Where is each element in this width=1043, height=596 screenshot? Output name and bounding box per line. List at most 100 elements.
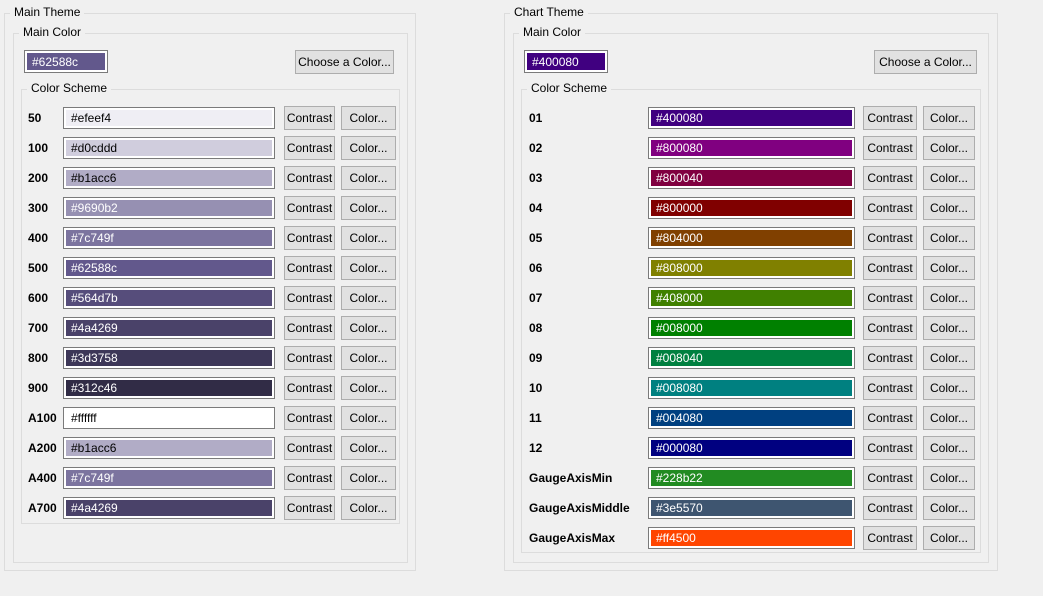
color-swatch-field[interactable]: #000080 xyxy=(648,437,855,459)
contrast-button[interactable]: Contrast xyxy=(863,526,917,550)
color-hex-value: #b1acc6 xyxy=(66,170,272,186)
contrast-button[interactable]: Contrast xyxy=(863,106,917,130)
contrast-button[interactable]: Contrast xyxy=(863,466,917,490)
contrast-button[interactable]: Contrast xyxy=(284,196,335,220)
color-button[interactable]: Color... xyxy=(923,106,975,130)
color-swatch-field[interactable]: #62588c xyxy=(63,257,275,279)
color-scheme-row-label: 800 xyxy=(28,346,48,370)
color-swatch-field[interactable]: #008000 xyxy=(648,317,855,339)
choose-color-button[interactable]: Choose a Color... xyxy=(874,50,977,74)
color-button[interactable]: Color... xyxy=(341,436,396,460)
main-color-hex-value: #62588c xyxy=(27,53,105,70)
color-button[interactable]: Color... xyxy=(341,106,396,130)
color-scheme-row-label: GaugeAxisMiddle xyxy=(529,496,630,520)
contrast-button[interactable]: Contrast xyxy=(284,436,335,460)
contrast-button[interactable]: Contrast xyxy=(863,196,917,220)
color-swatch-field[interactable]: #ffffff xyxy=(63,407,275,429)
color-scheme-row: A200#b1acc6ContrastColor... xyxy=(22,436,399,466)
contrast-button[interactable]: Contrast xyxy=(863,316,917,340)
color-swatch-field[interactable]: #7c749f xyxy=(63,467,275,489)
color-button[interactable]: Color... xyxy=(923,466,975,490)
contrast-button[interactable]: Contrast xyxy=(863,226,917,250)
main-color-swatch[interactable]: #400080 xyxy=(524,50,608,73)
color-scheme-row: 400#7c749fContrastColor... xyxy=(22,226,399,256)
color-swatch-field[interactable]: #008080 xyxy=(648,377,855,399)
contrast-button[interactable]: Contrast xyxy=(863,406,917,430)
color-button[interactable]: Color... xyxy=(341,346,396,370)
contrast-button[interactable]: Contrast xyxy=(284,316,335,340)
color-button[interactable]: Color... xyxy=(923,316,975,340)
color-swatch-field[interactable]: #3e5570 xyxy=(648,497,855,519)
color-swatch-field[interactable]: #804000 xyxy=(648,227,855,249)
color-button[interactable]: Color... xyxy=(341,256,396,280)
contrast-button[interactable]: Contrast xyxy=(863,496,917,520)
color-swatch-field[interactable]: #808000 xyxy=(648,257,855,279)
color-button[interactable]: Color... xyxy=(341,136,396,160)
color-swatch-field[interactable]: #004080 xyxy=(648,407,855,429)
choose-color-button[interactable]: Choose a Color... xyxy=(295,50,394,74)
color-swatch-field[interactable]: #800080 xyxy=(648,137,855,159)
color-swatch-field[interactable]: #800000 xyxy=(648,197,855,219)
color-swatch-field[interactable]: #4a4269 xyxy=(63,497,275,519)
color-button[interactable]: Color... xyxy=(923,256,975,280)
color-button[interactable]: Color... xyxy=(341,196,396,220)
color-button[interactable]: Color... xyxy=(923,286,975,310)
color-swatch-field[interactable]: #400080 xyxy=(648,107,855,129)
contrast-button[interactable]: Contrast xyxy=(863,256,917,280)
color-swatch-field[interactable]: #b1acc6 xyxy=(63,437,275,459)
contrast-button[interactable]: Contrast xyxy=(863,346,917,370)
color-button[interactable]: Color... xyxy=(923,226,975,250)
color-button[interactable]: Color... xyxy=(923,436,975,460)
contrast-button[interactable]: Contrast xyxy=(863,286,917,310)
color-hex-value: #4a4269 xyxy=(66,320,272,336)
color-hex-value: #564d7b xyxy=(66,290,272,306)
contrast-button[interactable]: Contrast xyxy=(863,436,917,460)
color-button[interactable]: Color... xyxy=(923,406,975,430)
color-button[interactable]: Color... xyxy=(341,496,396,520)
color-swatch-field[interactable]: #b1acc6 xyxy=(63,167,275,189)
color-swatch-field[interactable]: #ff4500 xyxy=(648,527,855,549)
color-button[interactable]: Color... xyxy=(923,346,975,370)
color-button[interactable]: Color... xyxy=(923,196,975,220)
color-button[interactable]: Color... xyxy=(923,166,975,190)
color-button[interactable]: Color... xyxy=(341,286,396,310)
color-button[interactable]: Color... xyxy=(341,406,396,430)
color-button[interactable]: Color... xyxy=(341,376,396,400)
color-button[interactable]: Color... xyxy=(923,136,975,160)
contrast-button[interactable]: Contrast xyxy=(284,496,335,520)
contrast-button[interactable]: Contrast xyxy=(284,376,335,400)
contrast-button[interactable]: Contrast xyxy=(863,136,917,160)
contrast-button[interactable]: Contrast xyxy=(284,136,335,160)
color-swatch-field[interactable]: #4a4269 xyxy=(63,317,275,339)
contrast-button[interactable]: Contrast xyxy=(284,256,335,280)
color-swatch-field[interactable]: #7c749f xyxy=(63,227,275,249)
color-swatch-field[interactable]: #d0cddd xyxy=(63,137,275,159)
color-swatch-field[interactable]: #564d7b xyxy=(63,287,275,309)
color-swatch-field[interactable]: #3d3758 xyxy=(63,347,275,369)
color-swatch-field[interactable]: #008040 xyxy=(648,347,855,369)
contrast-button[interactable]: Contrast xyxy=(284,286,335,310)
contrast-button[interactable]: Contrast xyxy=(284,406,335,430)
color-button[interactable]: Color... xyxy=(923,526,975,550)
color-button[interactable]: Color... xyxy=(341,466,396,490)
color-button[interactable]: Color... xyxy=(341,166,396,190)
contrast-button[interactable]: Contrast xyxy=(284,166,335,190)
contrast-button[interactable]: Contrast xyxy=(284,466,335,490)
contrast-button[interactable]: Contrast xyxy=(284,106,335,130)
color-button[interactable]: Color... xyxy=(341,316,396,340)
color-swatch-field[interactable]: #312c46 xyxy=(63,377,275,399)
contrast-button[interactable]: Contrast xyxy=(284,226,335,250)
color-button[interactable]: Color... xyxy=(341,226,396,250)
color-button[interactable]: Color... xyxy=(923,376,975,400)
color-swatch-field[interactable]: #800040 xyxy=(648,167,855,189)
color-swatch-field[interactable]: #408000 xyxy=(648,287,855,309)
contrast-button[interactable]: Contrast xyxy=(284,346,335,370)
color-swatch-field[interactable]: #efeef4 xyxy=(63,107,275,129)
color-hex-value: #4a4269 xyxy=(66,500,272,516)
contrast-button[interactable]: Contrast xyxy=(863,376,917,400)
main-color-swatch[interactable]: #62588c xyxy=(24,50,108,73)
color-swatch-field[interactable]: #228b22 xyxy=(648,467,855,489)
color-button[interactable]: Color... xyxy=(923,496,975,520)
contrast-button[interactable]: Contrast xyxy=(863,166,917,190)
color-swatch-field[interactable]: #9690b2 xyxy=(63,197,275,219)
